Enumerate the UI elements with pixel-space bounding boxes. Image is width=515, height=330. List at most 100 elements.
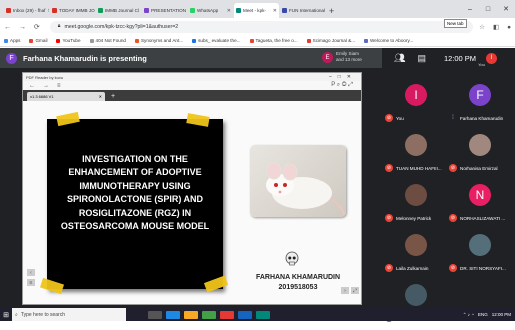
mic-off-icon: ⊘ — [385, 114, 393, 122]
browser-tab[interactable]: Inbox (29) - fhaf✕ — [4, 3, 49, 18]
bookmark-icon — [134, 38, 139, 43]
browser-tab[interactable]: WhatsApp ✕ — [188, 3, 233, 18]
mic-off-icon: ⊘ — [449, 164, 457, 172]
browser-tab-strip: Inbox (29) - fhaf✕TODAY IMMB JOU✕IMMB Jo… — [0, 0, 515, 18]
participant-name: Laila Zulkarnain — [396, 265, 429, 271]
powerpoint-icon[interactable] — [220, 310, 234, 319]
pdf-tab-close-icon[interactable]: ✕ — [99, 94, 102, 99]
file-explorer-icon[interactable] — [184, 310, 198, 319]
bookmark-label: Gmail — [35, 38, 48, 43]
os-taskbar: ⊞ ⌕ Type here to search ⌃ ♪ ◔ ENG 12:00 … — [0, 308, 515, 321]
bookmark-item[interactable]: YouTube — [56, 38, 81, 43]
slide-prev-button[interactable]: ‹ — [27, 269, 35, 276]
edge-icon[interactable] — [166, 310, 180, 319]
participant-tile[interactable]: ⊘ TUAN MUHD HAFIII... — [385, 128, 449, 180]
participant-tile[interactable]: I ⊘ You — [385, 78, 449, 130]
back-icon[interactable]: ← — [4, 24, 11, 31]
tape-decoration — [186, 113, 210, 127]
tab-close-icon[interactable]: ✕ — [225, 8, 231, 14]
pdf-back-icon[interactable]: ← — [29, 83, 35, 89]
pdf-tab-strip: x1.3 6686 V1 ✕ + — [23, 90, 361, 101]
tab-close-icon[interactable]: ✕ — [45, 8, 49, 14]
participant-avatar — [469, 234, 491, 256]
browser-tab[interactable]: TODAY IMMB JOU✕ — [50, 3, 95, 18]
chrome-icon[interactable] — [202, 310, 216, 319]
bookmark-icon — [56, 38, 61, 43]
browser-tab-label: PRESENTATION — [151, 8, 187, 13]
browser-tab[interactable]: PRESENTATION✕ — [142, 3, 187, 18]
new-tab-icon[interactable]: + — [329, 6, 334, 16]
tab-close-icon[interactable]: ✕ — [271, 8, 277, 14]
task-view-icon[interactable] — [148, 310, 162, 319]
participant-tile[interactable]: ⊘DR. JAMAL HOUSS... — [385, 278, 449, 330]
taskbar-search[interactable]: ⌕ Type here to search — [12, 308, 126, 321]
tray-time[interactable]: 12:00 PM — [492, 312, 511, 317]
minimize-icon[interactable]: – — [461, 6, 479, 13]
browser-tab[interactable]: IMMB Journal Cl✕ — [96, 3, 141, 18]
bookmark-label: Synonyms and Ant... — [140, 38, 184, 43]
profile-icon[interactable]: ● — [507, 24, 511, 31]
tray-language[interactable]: ENG — [478, 312, 488, 317]
maximize-icon[interactable]: □ — [479, 6, 497, 13]
participant-tile[interactable]: ⊘ Norhanisa Emirzal — [449, 128, 513, 180]
bookmark-label: YouTube — [62, 38, 81, 43]
chat-icon[interactable]: ▤ — [417, 53, 426, 64]
participant-tile[interactable]: ⊘ Melonney Patrick — [385, 178, 449, 230]
address-bar: ← → ⟳ 🔒︎ meet.google.com/kpk-tzcc-kgy?pl… — [0, 18, 515, 35]
people-icon[interactable]: 👥︎ — [394, 53, 405, 64]
viewer-more: and 13 more — [336, 57, 362, 62]
bookmark-item[interactable]: Welcome to Aboory... — [364, 38, 413, 43]
participant-tile[interactable]: N ⊘ NORHASLIZAWATI ... — [449, 178, 513, 230]
forward-icon[interactable]: → — [19, 24, 26, 31]
bookmark-label: Scimago Journal &... — [312, 38, 356, 43]
url-text: meet.google.com/kpk-tzcc-kgy?pli=1&authu… — [64, 23, 179, 30]
tray-icons[interactable]: ⌃ ♪ ◔ — [463, 312, 474, 318]
browser-tab[interactable]: FUN International✕ — [280, 3, 325, 18]
pdf-new-tab-icon[interactable]: + — [111, 93, 115, 100]
pdf-menu-icon[interactable]: ≡ — [57, 83, 61, 89]
participant-avatar: I — [405, 84, 427, 106]
mic-off-icon: ⊘ — [385, 214, 393, 222]
bookmark-item[interactable]: Gmail — [29, 38, 47, 43]
participant-tile[interactable]: F ⁞ Farhana Khamarudin — [449, 78, 513, 130]
bookmark-item[interactable]: subs_ evaluate the... — [192, 38, 241, 43]
tab-close-icon[interactable]: ✕ — [139, 8, 142, 14]
close-icon[interactable]: ✕ — [497, 5, 515, 13]
bookmark-item[interactable]: 404 Not Found — [89, 38, 126, 43]
browser-tab-label: WhatsApp — [197, 8, 219, 13]
windows-start-icon[interactable]: ⊞ — [0, 311, 12, 319]
slide-menu-button[interactable]: ≡ — [27, 279, 35, 286]
participant-tile[interactable]: ⊘ Laila Zulkarnain — [385, 228, 449, 280]
meeting-time: 12:00 PM — [443, 53, 477, 63]
reload-icon[interactable]: ⟳ — [34, 24, 40, 31]
star-icon[interactable]: ☆ — [479, 24, 485, 31]
participant-initial: I — [414, 88, 418, 102]
browser-tab[interactable]: Meet - kpk- ✕ — [234, 3, 279, 18]
word-icon[interactable] — [238, 310, 252, 319]
tape-decoration — [203, 275, 229, 293]
participant-name: NORHASLIZAWATI ... — [460, 215, 506, 221]
meet-icon[interactable] — [256, 310, 270, 319]
pdf-zoom-icon[interactable]: P ⌕ ◎ ⤢ — [331, 82, 353, 89]
extensions-icon[interactable]: ◧ — [493, 24, 499, 31]
slide-next-button[interactable]: › — [341, 287, 349, 294]
pdf-forward-icon[interactable]: → — [43, 83, 49, 89]
slide-fit-button[interactable]: ⤢ — [351, 287, 359, 294]
pdf-window-controls[interactable]: –□✕ — [329, 74, 361, 80]
tab-close-icon[interactable]: ✕ — [186, 8, 187, 14]
bookmark-item[interactable]: Tagueta, the free o... — [249, 38, 298, 43]
participant-tile[interactable]: ⊘ DR. SITI NORSYAFI... — [449, 228, 513, 280]
presenter-name: FARHANA KHAMARUDIN — [255, 274, 341, 281]
participant-name: TUAN MUHD HAFIII... — [396, 165, 442, 171]
bookmark-icon — [364, 38, 369, 43]
participant-name-row: ⊘ TUAN MUHD HAFIII... — [385, 164, 449, 172]
viewer-summary: Emily Siam and 13 more — [336, 51, 362, 63]
url-field[interactable]: 🔒︎ meet.google.com/kpk-tzcc-kgy?pli=1&au… — [49, 20, 474, 33]
system-tray: ⌃ ♪ ◔ ENG 12:00 PM — [459, 312, 515, 318]
bookmark-item[interactable]: Scimago Journal &... — [306, 38, 356, 43]
bookmark-item[interactable]: Synonyms and Ant... — [134, 38, 184, 43]
self-avatar[interactable]: I — [486, 52, 498, 64]
bookmark-item[interactable]: Apps — [4, 38, 20, 43]
pdf-tab[interactable]: x1.3 6686 V1 ✕ — [27, 92, 105, 101]
tab-favicon-icon — [98, 8, 103, 13]
